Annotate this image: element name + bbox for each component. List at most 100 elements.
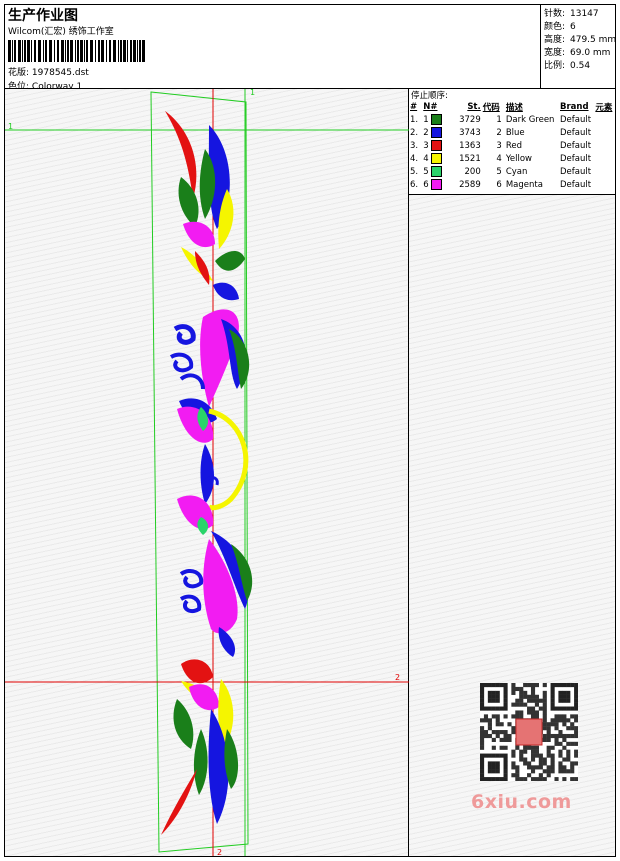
row-index: 4. — [410, 153, 419, 164]
qr-code-icon — [480, 683, 578, 781]
row-element — [595, 152, 615, 165]
blue-curl — [179, 594, 202, 614]
design-filename: 1978545.dst — [31, 68, 89, 78]
page-title: 生产作业图 — [8, 8, 78, 24]
row-element — [595, 113, 615, 126]
table-row[interactable]: 4. 4 1521 4 Yellow Default — [410, 152, 615, 165]
stat-height: 高度: 479.5 mm — [544, 35, 617, 45]
row-description: Magenta — [505, 179, 543, 190]
design-info: 花版: 1978545.dst — [8, 65, 89, 78]
guide-label-red-v: 2 — [217, 848, 222, 856]
row-index: 5. — [410, 166, 419, 177]
barcode-icon — [8, 40, 145, 62]
col-header-stitches: St. — [467, 101, 481, 112]
row-needle: 2 — [423, 126, 453, 139]
row-stitches: 1521 — [459, 153, 481, 164]
stop-sequence-table: # N# St. 代码 描述 Brand 元素 1. 1 3729 1 Dark Gr… — [410, 100, 615, 191]
row-index: 6. — [410, 179, 419, 190]
right-empty-area: 6xiu.com — [409, 195, 615, 856]
blue-leaf — [218, 627, 236, 657]
col-header-element: 元素 — [595, 102, 613, 113]
row-element — [595, 178, 615, 191]
table-row[interactable]: 1. 1 3729 1 Dark Green Default — [410, 113, 615, 126]
row-element — [595, 139, 615, 152]
green-leaf — [193, 729, 208, 795]
row-brand: Default — [560, 127, 592, 138]
row-index: 3. — [410, 140, 419, 151]
magenta-bud — [183, 221, 215, 248]
design-label: 花版: — [8, 68, 30, 78]
row-element — [595, 126, 615, 139]
row-description: Red — [505, 140, 522, 151]
row-stitches: 1363 — [459, 140, 481, 151]
row-description: Blue — [505, 127, 525, 138]
table-row[interactable]: 3. 3 1363 3 Red Default — [410, 139, 615, 152]
row-code: 1 — [496, 114, 502, 125]
row-needle: 5 — [423, 165, 453, 178]
blue-leaf — [200, 444, 214, 504]
row-description: Yellow — [505, 153, 532, 164]
stop-sequence-panel: 停止顺序: # N# St. 代码 描述 Brand 元素 1. 1 3729 1 D… — [409, 89, 615, 195]
table-header-row: # N# St. 代码 描述 Brand 元素 — [410, 100, 615, 113]
red-leaf — [161, 769, 197, 835]
row-stitches: 2589 — [459, 179, 481, 190]
row-code: 6 — [496, 179, 502, 190]
row-stitches: 3743 — [459, 127, 481, 138]
row-index: 2. — [410, 127, 419, 138]
row-description: Dark Green — [505, 114, 555, 125]
stat-width: 宽度: 69.0 mm — [544, 48, 611, 58]
blue-curl — [169, 352, 194, 373]
magenta-bud — [189, 684, 219, 711]
color-swatch-icon — [431, 127, 443, 138]
row-brand: Default — [560, 153, 592, 164]
color-swatch-icon — [431, 179, 443, 190]
green-leaf — [173, 699, 194, 749]
color-swatch-icon — [431, 140, 443, 151]
color-swatch-icon — [431, 114, 443, 125]
col-header-description: 描述 — [505, 102, 523, 113]
table-row[interactable]: 6. 6 2589 6 Magenta Default — [410, 178, 615, 191]
table-row[interactable]: 2. 2 3743 2 Blue Default — [410, 126, 615, 139]
stats-panel: 针数: 13147 颜色: 6 高度: 479.5 mm 宽度: 69.0 mm 比例:… — [541, 5, 617, 89]
col-header-needle: N# — [423, 101, 438, 112]
blue-curl — [173, 324, 196, 345]
row-brand: Default — [560, 179, 592, 190]
row-needle: 1 — [423, 113, 453, 126]
row-needle: 6 — [423, 178, 453, 191]
blue-leaf — [213, 282, 239, 301]
row-element — [595, 165, 615, 178]
blue-curl — [179, 569, 204, 589]
red-petal — [181, 659, 213, 684]
stat-stitches: 针数: 13147 — [544, 9, 599, 19]
design-canvas[interactable]: 1 1 2 2 — [5, 89, 409, 856]
guide-label-green-h: 1 — [8, 122, 13, 131]
row-code: 5 — [496, 166, 502, 177]
row-brand: Default — [560, 166, 592, 177]
header-panel: 生产作业图 Wilcom(汇宏) 绣饰工作室 花版: 1978545.dst 色… — [5, 5, 541, 92]
col-header-code: 代码 — [482, 102, 500, 113]
row-brand: Default — [560, 140, 592, 151]
embroidery-design: 1 1 2 2 — [5, 89, 409, 856]
row-index: 1. — [410, 114, 419, 125]
stat-scale: 比例: 0.54 — [544, 61, 591, 71]
guide-label-green-v: 1 — [250, 89, 255, 97]
stat-colors: 颜色: 6 — [544, 22, 576, 32]
row-stitches: 200 — [464, 166, 481, 177]
green-leaf — [215, 250, 245, 271]
row-code: 3 — [496, 140, 502, 151]
row-brand: Default — [560, 114, 592, 125]
yellow-arc — [207, 408, 249, 511]
col-header-index: # — [410, 101, 418, 112]
blue-curl — [179, 373, 205, 390]
row-description: Cyan — [505, 166, 528, 177]
table-row[interactable]: 5. 5 200 5 Cyan Default — [410, 165, 615, 178]
row-needle: 3 — [423, 139, 453, 152]
color-swatch-icon — [431, 166, 443, 177]
guide-label-red-h: 2 — [395, 673, 400, 682]
company-name: Wilcom(汇宏) 绣饰工作室 — [8, 27, 114, 37]
col-header-brand: Brand — [560, 101, 589, 112]
row-code: 4 — [496, 153, 502, 164]
row-stitches: 3729 — [459, 114, 481, 125]
color-swatch-icon — [431, 153, 443, 164]
watermark-text: 6xiu.com — [471, 791, 572, 813]
